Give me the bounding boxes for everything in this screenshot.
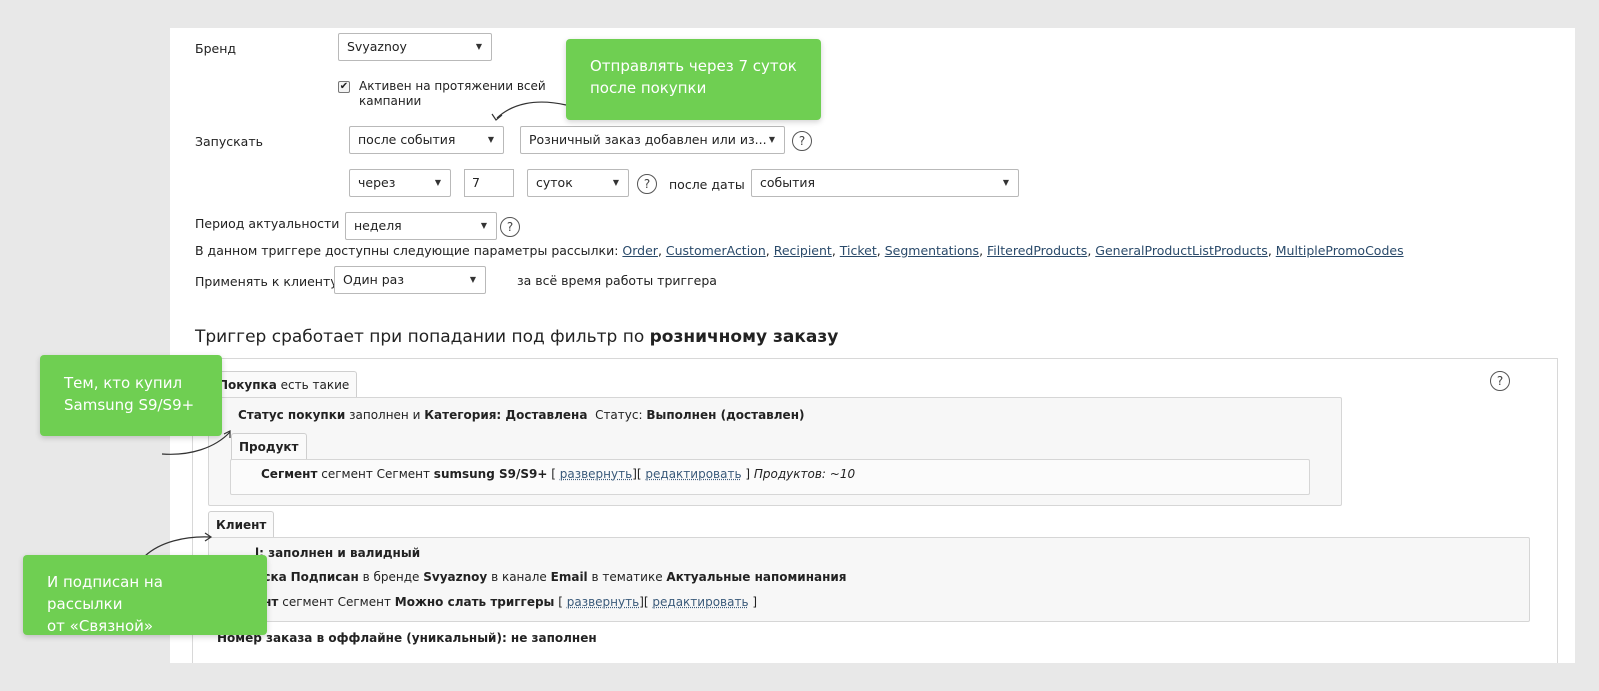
- callout-left-line1: Тем, кто купил: [64, 374, 183, 392]
- callout-top-line2: после покупки: [590, 79, 707, 97]
- arrow-bottom: [144, 536, 211, 557]
- callout-left-line2: Samsung S9/S9+: [64, 396, 195, 414]
- callout-samsung-buyers: Тем, кто купил Samsung S9/S9+: [40, 355, 222, 436]
- arrow-top: [496, 101, 567, 119]
- callout-send-after-7-days: Отправлять через 7 суток после покупки: [566, 39, 821, 120]
- callout-top-line1: Отправлять через 7 суток: [590, 57, 797, 75]
- callout-bottom-line1: И подписан на рассылки: [47, 573, 163, 613]
- callout-bottom-line2: от «Связной»: [47, 617, 154, 635]
- callout-subscribed: И подписан на рассылки от «Связной»: [23, 555, 267, 635]
